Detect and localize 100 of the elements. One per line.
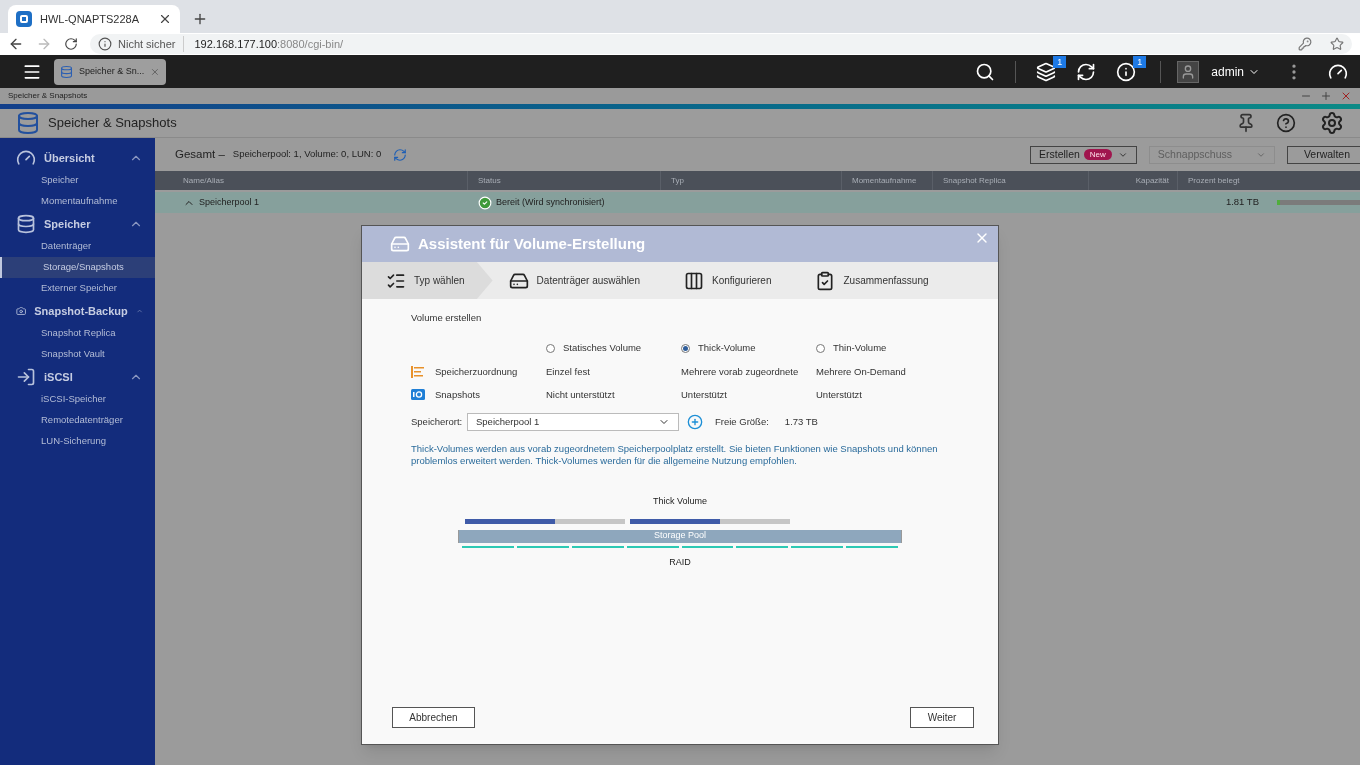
storage-pool-bar: Storage Pool	[458, 529, 902, 543]
browser-tab[interactable]: HWL-QNAPTS228A	[8, 5, 180, 33]
settings-icon[interactable]	[1320, 111, 1344, 135]
feature-value: Unterstützt	[816, 387, 863, 402]
free-size-label: Freie Größe:	[715, 414, 769, 429]
reload-icon[interactable]	[64, 37, 78, 51]
back-icon[interactable]	[8, 36, 24, 52]
sidebar-item[interactable]: Externer Speicher	[0, 278, 155, 299]
sidebar-item[interactable]: Storage/Snapshots	[0, 257, 155, 278]
next-button[interactable]: Weiter	[910, 707, 974, 728]
sidebar-group[interactable]: iSCSI	[0, 365, 155, 389]
refresh-icon[interactable]	[393, 147, 408, 162]
toolbar-button[interactable]: Verwalten	[1287, 145, 1360, 164]
feature-label: Snapshots	[435, 387, 480, 402]
column-header[interactable]: Name/Alias	[155, 171, 468, 190]
address-field[interactable]: Nicht sicher 192.168.177.100:8080/cgi-bin/	[90, 34, 1352, 54]
sidebar-item[interactable]: iSCSI-Speicher	[0, 389, 155, 410]
column-header[interactable]: Prozent belegt	[1178, 171, 1360, 190]
raid-disk-bar	[846, 545, 898, 548]
wizard-step[interactable]: Datenträger auswählen	[492, 262, 668, 299]
raid-disk-bar	[736, 545, 789, 548]
summary-details: Speicherpool: 1, Volume: 0, LUN: 0	[232, 147, 382, 162]
add-pool-icon[interactable]	[687, 414, 703, 430]
diagram-volume-label: Thick Volume	[653, 495, 707, 508]
sidebar-item[interactable]: Datenträger	[0, 236, 155, 257]
login-arrow-icon	[16, 367, 36, 387]
ready-icon	[478, 195, 492, 210]
summary-label: Gesamt –	[175, 146, 225, 162]
raid-disk-bar	[516, 545, 569, 548]
feature-value: Nicht unterstützt	[546, 387, 616, 402]
tasks-icon[interactable]	[1036, 61, 1057, 82]
pool-name: Speicherpool 1	[199, 195, 260, 209]
sidebar-item[interactable]: Momentaufnahme	[0, 191, 155, 212]
app-taskbar-tab[interactable]: Speicher & Sn...	[54, 58, 166, 85]
new-tab-icon[interactable]	[192, 11, 208, 27]
search-icon[interactable]	[975, 61, 996, 82]
dialog-title: Assistent für Volume-Erstellung	[418, 233, 647, 254]
column-header[interactable]: Status	[468, 171, 661, 190]
maximize-icon[interactable]	[1320, 90, 1332, 102]
site-icon	[16, 11, 32, 27]
user-name[interactable]: admin	[1211, 62, 1244, 81]
new-badge: New	[1083, 149, 1112, 160]
sidebar-item[interactable]: Speicher	[0, 170, 155, 191]
toolbar-button[interactable]: Erstellen New	[1030, 145, 1137, 164]
volume-type-radio[interactable]: Statisches Volume	[546, 341, 681, 356]
avatar[interactable]	[1177, 60, 1200, 83]
description-text: Thick-Volumes werden aus vorab zugeordnetem Speicherpoolplatz erstellt. Sie bieten Funktionen wie Snapshots und können problemlos erweitert werden. Thick-Volumes werden für die allgemeine Nutzung empfohlen.	[411, 443, 939, 467]
column-header[interactable]: Momentaufnahme	[842, 171, 933, 190]
capacity-cell-text: 1.81 TB	[1224, 195, 1260, 210]
app-tab-title: Speicher & Sn...	[79, 64, 145, 78]
camera-icon	[411, 389, 425, 401]
bookmark-star-icon[interactable]	[1330, 37, 1344, 51]
wizard-step[interactable]: Typ wählen	[362, 262, 493, 299]
storage-app-icon	[16, 111, 40, 135]
column-header[interactable]: Kapazität	[1089, 171, 1178, 190]
help-icon[interactable]	[1276, 113, 1296, 133]
sidebar-item[interactable]: Snapshot Replica	[0, 323, 155, 344]
sync-icon[interactable]	[1076, 61, 1097, 82]
section-label: Volume erstellen	[411, 311, 483, 325]
database-icon	[16, 214, 36, 234]
url-text: 192.168.177.100:8080/cgi-bin/	[193, 36, 344, 52]
sidebar-group[interactable]: Speicher	[0, 212, 155, 236]
pin-icon[interactable]	[1236, 113, 1256, 133]
key-icon[interactable]	[1298, 37, 1312, 51]
raid-disk-bar	[791, 545, 844, 548]
status-text: Bereit (Wird synchronisiert)	[496, 195, 605, 209]
feature-value: Mehrere On-Demand	[816, 364, 907, 379]
allocation-icon	[411, 365, 425, 378]
cancel-button[interactable]: Abbrechen	[392, 707, 475, 728]
sidebar-group[interactable]: Übersicht	[0, 146, 155, 170]
info-icon	[98, 37, 112, 51]
feature-value: Einzel fest	[546, 364, 591, 379]
column-header[interactable]: Typ	[661, 171, 842, 190]
wizard-step[interactable]: Konfigurieren	[668, 262, 800, 299]
info-icon[interactable]	[1116, 61, 1137, 82]
app-title: Speicher & Snapshots	[48, 114, 177, 133]
sidebar-group[interactable]: Snapshot-Backup	[0, 299, 155, 323]
diagram-raid-label: RAID	[669, 555, 691, 569]
sidebar-item[interactable]: LUN-Sicherung	[0, 431, 155, 452]
feature-value: Mehrere vorab zugeordnete	[681, 364, 800, 379]
column-header[interactable]: Snapshot Replica	[933, 171, 1089, 190]
sidebar-item[interactable]: Remotedatenträger	[0, 410, 155, 431]
tasks-badge: 1	[1053, 55, 1067, 68]
storage-app-icon	[60, 63, 74, 80]
gauge-icon	[16, 148, 36, 168]
close-icon[interactable]	[158, 12, 172, 26]
free-size-value: 1.73 TB	[784, 414, 818, 429]
wizard-step[interactable]: Zusammenfassung	[799, 262, 957, 299]
security-label: Nicht sicher	[118, 35, 185, 53]
sidebar-item[interactable]: Snapshot Vault	[0, 344, 155, 365]
clipboard-check-icon	[815, 270, 836, 291]
raid-disk-bar	[462, 545, 514, 548]
window-title: Speicher & Snapshots	[8, 90, 89, 102]
columns-icon	[684, 270, 704, 291]
volume-type-radio[interactable]: Thick-Volume	[681, 341, 816, 356]
location-select[interactable]: Speicherpool 1	[467, 413, 679, 431]
feature-value: Unterstützt	[681, 387, 728, 402]
volume-type-radio[interactable]: Thin-Volume	[816, 341, 974, 356]
raid-disk-bar	[681, 545, 734, 548]
raid-disk-bar	[571, 545, 624, 548]
